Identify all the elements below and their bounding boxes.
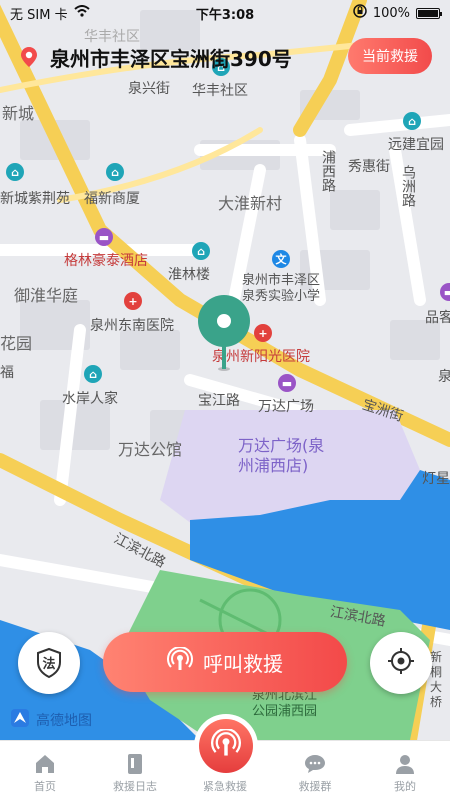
tab-label: 救援群 [298,780,332,793]
poi-hotel-icon: ▬ [95,228,113,246]
map-label: 品客 [425,310,450,326]
battery-icon [416,7,442,19]
poi-mall-icon: ⌂ [106,163,124,181]
map-label: 宝江路 [198,393,240,409]
map-label: 新城 [2,104,35,123]
tab-label: 救援日志 [113,780,157,793]
broadcast-icon [211,728,241,763]
map-view[interactable]: ⌂ ⌂ ⌂ ⌂ ▬ ⌂ 文 + + ▬ ⌂ ▬ 华丰社区 泉兴街 华丰社区 新城… [0,0,450,740]
poi-residence-icon: ⌂ [84,365,102,383]
map-label: 花园 [0,334,33,353]
map-label: 泉州东南医院 [90,318,174,334]
poi-school-icon: 文 [272,250,290,268]
map-label: 泉州市丰泽区 泉秀实验小学 [242,273,321,304]
tab-label: 紧急救援 [203,780,247,793]
map-label: 御淮华庭 [14,286,79,305]
map-label: 秀惠街 [348,159,390,175]
map-credit: 高德地图 [10,708,92,732]
current-address: 泉州市丰泽区宝洲街390号 [50,46,292,71]
log-book-icon [123,752,147,776]
map-label: 灯星 [422,471,450,487]
map-label: 乌洲路 [400,165,416,207]
tab-rescue-log[interactable]: 救援日志 [90,752,180,800]
map-label: 福 [0,365,14,381]
map-label: 福新商厦 [84,191,140,207]
map-label: 泉兴街 [128,81,170,97]
location-pin-icon[interactable] [196,293,252,373]
tab-label: 我的 [394,780,416,793]
poi-hospital-icon: + [124,292,142,310]
map-label: 万达公馆 [118,440,183,459]
map-label: 新城紫荆苑 [0,191,70,207]
map-label: 大淮新村 [218,194,283,213]
battery-percent: 100% [372,5,410,21]
emergency-rescue-button[interactable] [194,714,258,778]
status-bar: 无 SIM 卡 下午3:08 100% [0,0,450,26]
wifi-icon [73,5,90,21]
map-label: 泉州北滨江 公园浦西园 [252,688,318,719]
home-icon [33,752,57,776]
emergency-button-inner [199,719,253,773]
map-label: 泉 [438,369,450,385]
current-rescue-button[interactable]: 当前救援 [348,38,432,74]
map-label: 淮林楼 [168,267,210,283]
map-label: 万达广场(泉 州浦西店) [238,436,325,475]
map-label: 远建宜园 [388,137,444,153]
crosshair-icon [387,647,415,679]
locate-button[interactable] [370,632,432,694]
poi-mall-icon: ▬ [278,374,296,392]
map-label: 格林豪泰酒店 [64,253,148,269]
call-rescue-label: 呼叫救援 [203,651,283,676]
map-label: 华丰社区 [192,83,248,99]
poi-building-icon: ⌂ [192,242,210,260]
map-credit-text: 高德地图 [36,713,92,729]
poi-building-icon: ⌂ [6,163,24,181]
tab-rescue-group[interactable]: 救援群 [270,752,360,800]
rotation-lock-icon [353,4,367,22]
person-icon [393,752,417,776]
broadcast-icon [167,645,193,678]
law-label: 法 [42,657,56,672]
carrier-text: 无 SIM 卡 [10,7,68,23]
law-button[interactable]: 法 [18,632,80,694]
amap-logo-icon [10,708,30,732]
poi-hospital-icon: + [254,324,272,342]
law-shield-icon: 法 [35,647,63,679]
tab-label: 首页 [34,780,56,793]
tab-home[interactable]: 首页 [0,752,90,800]
map-label: 浦西路 [320,150,336,192]
address-bar: 泉州市丰泽区宝洲街390号 当前救援 [0,36,450,78]
poi-building-icon: ⌂ [403,112,421,130]
map-label: 水岸人家 [62,391,118,407]
tab-profile[interactable]: 我的 [360,752,450,800]
chat-bubble-icon [303,752,327,776]
map-label: 万达广场 [258,399,314,415]
map-pin-icon [18,46,40,68]
call-rescue-button[interactable]: 呼叫救援 [103,632,347,692]
